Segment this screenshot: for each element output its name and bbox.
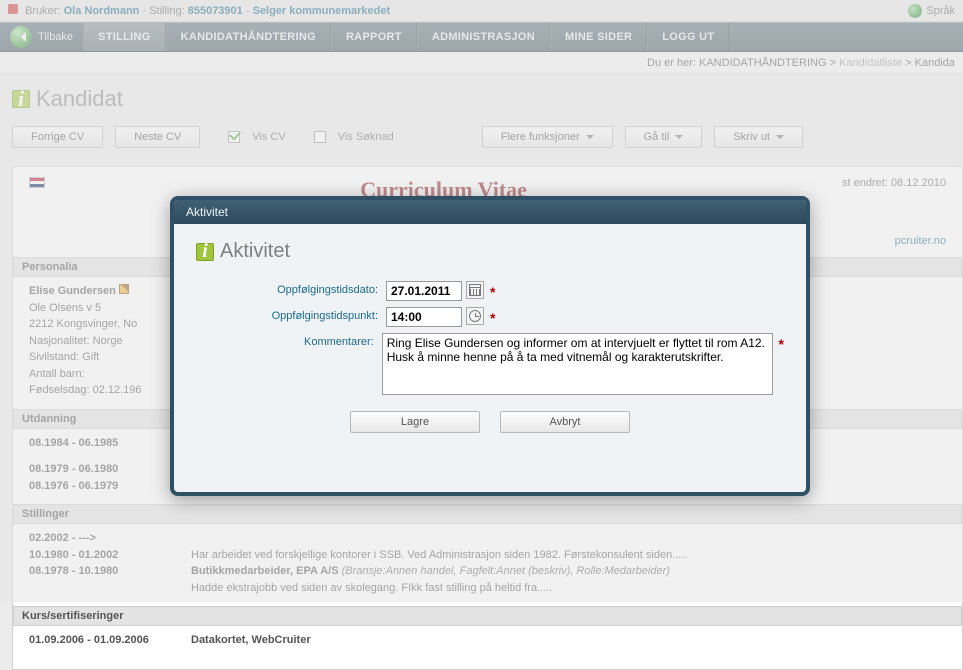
aktivitet-dialog: Aktivitet i Aktivitet Oppfølgingstidsdat… bbox=[170, 196, 810, 496]
comment-label: Kommentarer: bbox=[196, 333, 382, 348]
followup-date-label: Oppfølgingstidsdato: bbox=[196, 281, 386, 296]
info-icon: i bbox=[196, 243, 214, 261]
followup-date-input[interactable] bbox=[386, 281, 462, 301]
required-icon: * bbox=[490, 310, 495, 326]
cancel-button[interactable]: Avbryt bbox=[500, 411, 630, 433]
clock-icon[interactable] bbox=[466, 307, 484, 325]
required-icon: * bbox=[779, 336, 784, 352]
course-row-1-text: Datakortet, WebCruiter bbox=[191, 634, 311, 646]
calendar-icon[interactable] bbox=[466, 281, 484, 299]
section-kurs: Kurs/sertifiseringer bbox=[13, 606, 962, 626]
followup-time-input[interactable] bbox=[386, 307, 462, 327]
required-icon: * bbox=[490, 284, 495, 300]
dialog-heading: i Aktivitet bbox=[196, 240, 784, 263]
followup-time-label: Oppfølgingstidspunkt: bbox=[196, 307, 386, 322]
dialog-titlebar: Aktivitet bbox=[174, 200, 806, 224]
save-button[interactable]: Lagre bbox=[350, 411, 480, 433]
comment-textarea[interactable] bbox=[382, 333, 773, 395]
course-row-1-dates: 01.09.2006 - 01.09.2006 bbox=[29, 632, 179, 649]
